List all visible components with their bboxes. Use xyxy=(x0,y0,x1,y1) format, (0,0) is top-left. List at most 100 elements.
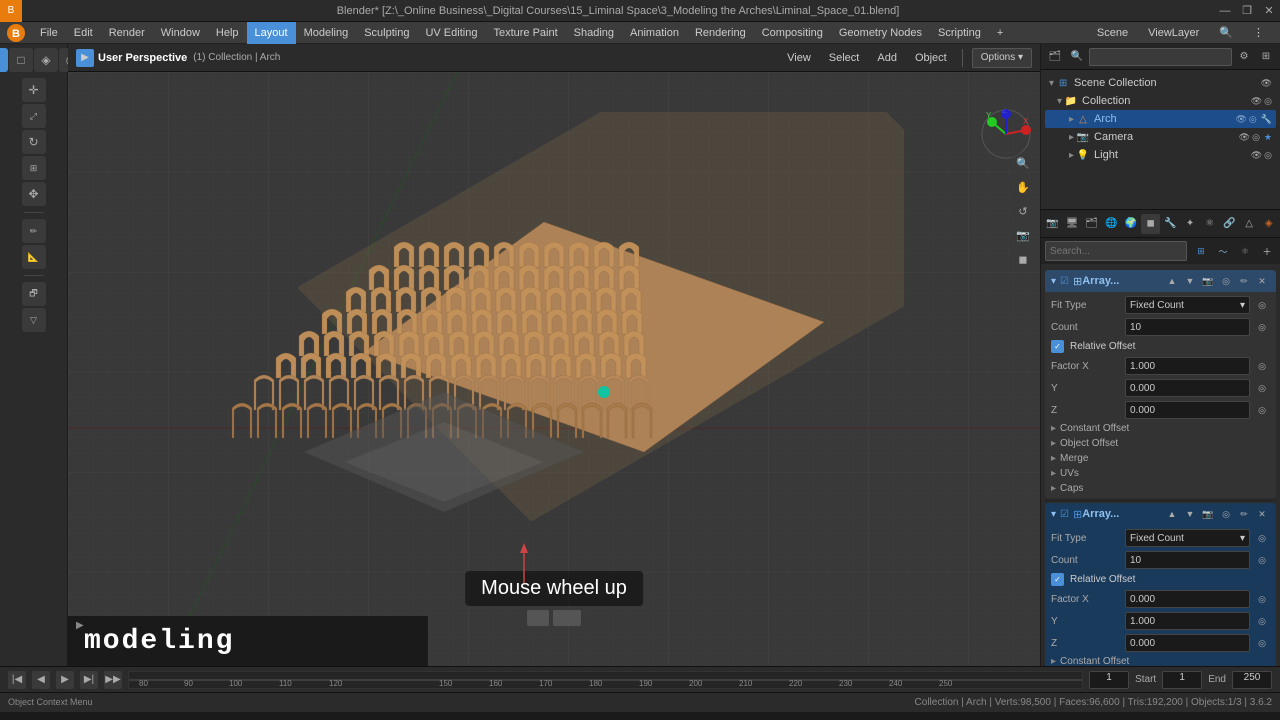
mod1-factorz-reset[interactable]: ◎ xyxy=(1254,402,1270,418)
menu-rendering[interactable]: Rendering xyxy=(687,22,754,44)
mod1-fittype-reset[interactable]: ◎ xyxy=(1254,297,1270,313)
mod2-edit-btn[interactable]: ✏ xyxy=(1236,506,1252,522)
mod2-factorx-value[interactable]: 0.000 xyxy=(1125,590,1250,608)
prop-physics-icon[interactable]: ⚛ xyxy=(1200,214,1219,234)
mod1-relative-offset-checkbox[interactable]: ✓ xyxy=(1051,340,1064,353)
scene-filter2-btn[interactable]: ⊞ xyxy=(1256,47,1276,67)
maximize-button[interactable]: ❐ xyxy=(1236,0,1258,22)
move-tool[interactable]: ⤢ xyxy=(22,104,46,128)
tl-next-frame-btn[interactable]: ▶| xyxy=(80,671,98,689)
add-cube-tool[interactable]: 🗗 xyxy=(22,282,46,306)
modifier-search-input[interactable] xyxy=(1045,241,1187,261)
tree-scene-collection[interactable]: ▾ ⊞ Scene Collection 👁 xyxy=(1045,74,1276,92)
solid-mode-btn[interactable]: ■ xyxy=(0,48,8,72)
mod2-delete-btn[interactable]: ✕ xyxy=(1254,506,1270,522)
vp-menu-add[interactable]: Add xyxy=(871,44,903,72)
prop-material-icon[interactable]: ◈ xyxy=(1259,214,1278,234)
timeline-bar[interactable]: 80 90 100 110 120 150 160 170 180 190 20… xyxy=(128,671,1083,689)
mod1-render-btn[interactable]: ◎ xyxy=(1218,273,1234,289)
prop-particles-icon[interactable]: ✦ xyxy=(1181,214,1200,234)
visibility-icon[interactable]: 👁 xyxy=(1261,78,1272,89)
tree-collection[interactable]: ▾ 📁 Collection 👁 ◎ xyxy=(1045,92,1276,110)
start-frame-input[interactable]: 1 xyxy=(1162,671,1202,689)
mod1-factorz-value[interactable]: 0.000 xyxy=(1125,401,1250,419)
zoom-in-btn[interactable]: 🔍 xyxy=(1012,152,1034,174)
scene-filter-btn[interactable]: 🔍 xyxy=(1067,47,1087,67)
mod1-count-reset[interactable]: ◎ xyxy=(1254,319,1270,335)
prop-view-icon[interactable]: 🗂 xyxy=(1082,214,1101,234)
light-visibility-icon[interactable]: 👁 xyxy=(1251,150,1262,161)
mod1-merge-row[interactable]: ▸ Merge xyxy=(1045,451,1276,466)
cursor-tool[interactable]: ✛ xyxy=(22,78,46,102)
minimize-button[interactable]: — xyxy=(1214,0,1236,22)
collection-visibility-icon[interactable]: 👁 xyxy=(1251,96,1262,107)
menu-uv-editing[interactable]: UV Editing xyxy=(417,22,485,44)
prop-data-icon[interactable]: △ xyxy=(1240,214,1259,234)
mod1-factorx-value[interactable]: 1.000 xyxy=(1125,357,1250,375)
wireframe-mode-btn[interactable]: □ xyxy=(9,48,33,72)
annotate-tool[interactable]: ✏ xyxy=(22,219,46,243)
viewport-canvas[interactable]: X Y Z 🔍 ✋ ↺ 📷 ◼ Mouse wheel up xyxy=(68,72,1040,666)
mod2-factorx-reset[interactable]: ◎ xyxy=(1254,591,1270,607)
mod1-object-offset-row[interactable]: ▸ Object Offset xyxy=(1045,436,1276,451)
mod2-camera-btn[interactable]: 📷 xyxy=(1200,506,1216,522)
menu-scripting[interactable]: Scripting xyxy=(930,22,989,44)
mod1-factory-value[interactable]: 0.000 xyxy=(1125,379,1250,397)
view-layer-selector[interactable]: ViewLayer xyxy=(1140,22,1207,44)
mod1-constant-offset-row[interactable]: ▸ Constant Offset xyxy=(1045,421,1276,436)
viewport-camera-icon[interactable]: ▶ xyxy=(76,49,94,67)
menu-window[interactable]: Window xyxy=(153,22,208,44)
array-modifier-2-header[interactable]: ▾ ☑ ⊞ Array... ▲ ▼ 📷 ◎ ✏ ✕ xyxy=(1045,503,1276,525)
mod1-edit-btn[interactable]: ✏ xyxy=(1236,273,1252,289)
current-frame-input[interactable]: 1 xyxy=(1089,671,1129,689)
collection-render-icon[interactable]: ◎ xyxy=(1264,96,1272,107)
close-button[interactable]: ✕ xyxy=(1258,0,1280,22)
measure-tool[interactable]: 📐 xyxy=(22,245,46,269)
prop-scene-icon[interactable]: 🌐 xyxy=(1102,214,1121,234)
mod2-fittype-select[interactable]: Fixed Count ▾ xyxy=(1125,529,1250,547)
mod2-fittype-reset[interactable]: ◎ xyxy=(1254,530,1270,546)
prop-world-icon[interactable]: 🌍 xyxy=(1122,214,1141,234)
menu-sculpting[interactable]: Sculpting xyxy=(356,22,417,44)
context-menu-label[interactable]: Object Context Menu xyxy=(8,697,907,708)
rotate-tool[interactable]: ↻ xyxy=(22,130,46,154)
scene-tree-icon[interactable]: 🗂 xyxy=(1045,47,1065,67)
menu-render[interactable]: Render xyxy=(101,22,153,44)
menu-file[interactable]: File xyxy=(32,22,66,44)
mod1-checkbox[interactable]: ☑ xyxy=(1060,276,1069,287)
rotate-view-btn[interactable]: ↺ xyxy=(1012,200,1034,222)
add-obj-tool[interactable]: ▽ xyxy=(22,308,46,332)
prop-constraints-icon[interactable]: 🔗 xyxy=(1220,214,1239,234)
menu-compositing[interactable]: Compositing xyxy=(754,22,831,44)
search-btn[interactable]: 🔍 xyxy=(1211,22,1241,44)
array-modifier-1-header[interactable]: ▾ ☑ ⊞ Array... ▲ ▼ 📷 ◎ ✏ ✕ xyxy=(1045,270,1276,292)
prop-modifier-icon[interactable]: 🔧 xyxy=(1161,214,1180,234)
end-frame-input[interactable]: 250 xyxy=(1232,671,1272,689)
material-mode-btn[interactable]: ◈ xyxy=(34,48,58,72)
mod-physics-icon[interactable]: ⚛ xyxy=(1235,241,1255,261)
menu-add-workspace[interactable]: + xyxy=(989,22,1011,44)
mod2-relative-offset-checkbox[interactable]: ✓ xyxy=(1051,573,1064,586)
pan-btn[interactable]: ✋ xyxy=(1012,176,1034,198)
tl-prev-frame-btn[interactable]: ◀ xyxy=(32,671,50,689)
tree-arch[interactable]: ▸ △ Arch 👁 ◎ 🔧 xyxy=(1045,110,1276,128)
mod1-down-btn[interactable]: ▼ xyxy=(1182,273,1198,289)
mod2-count-value[interactable]: 10 xyxy=(1125,551,1250,569)
mod1-uvs-row[interactable]: ▸ UVs xyxy=(1045,466,1276,481)
tree-light[interactable]: ▸ 💡 Light 👁 ◎ xyxy=(1045,146,1276,164)
mod1-fittype-select[interactable]: Fixed Count ▾ xyxy=(1125,296,1250,314)
mod1-delete-btn[interactable]: ✕ xyxy=(1254,273,1270,289)
mod2-factorz-value[interactable]: 0.000 xyxy=(1125,634,1250,652)
tl-skip-end-btn[interactable]: ▶▶ xyxy=(104,671,122,689)
mod1-count-value[interactable]: 10 xyxy=(1125,318,1250,336)
mod2-constant-offset-row[interactable]: ▸ Constant Offset xyxy=(1045,654,1276,666)
menu-texture-paint[interactable]: Texture Paint xyxy=(485,22,565,44)
mod2-count-reset[interactable]: ◎ xyxy=(1254,552,1270,568)
scene-settings-btn[interactable]: ⚙ xyxy=(1234,47,1254,67)
mod2-down-btn[interactable]: ▼ xyxy=(1182,506,1198,522)
mod1-up-btn[interactable]: ▲ xyxy=(1164,273,1180,289)
menu-help[interactable]: Help xyxy=(208,22,247,44)
scene-search-input[interactable] xyxy=(1089,48,1232,66)
tree-camera[interactable]: ▸ 📷 Camera 👁 ◎ ★ xyxy=(1045,128,1276,146)
mod2-up-btn[interactable]: ▲ xyxy=(1164,506,1180,522)
